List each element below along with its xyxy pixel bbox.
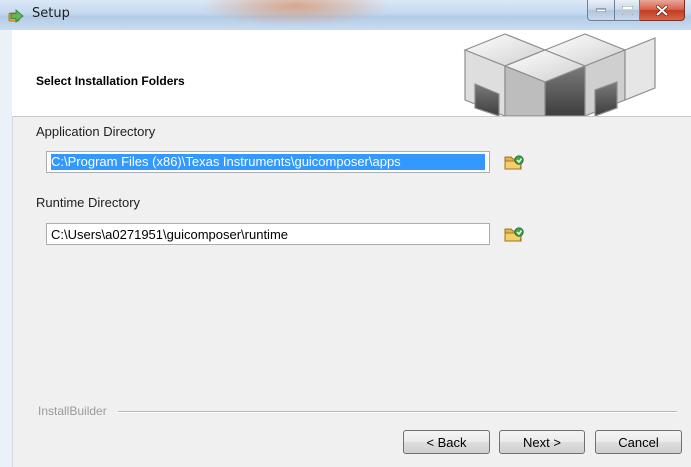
setup-window: Setup Select Installation Folders Applic…: [0, 0, 691, 467]
close-button[interactable]: [640, 0, 685, 21]
runtime-directory-label: Runtime Directory: [36, 195, 141, 210]
minimize-button[interactable]: [587, 0, 615, 21]
folder-browse-icon: [504, 155, 524, 170]
title-glow: [200, 0, 390, 26]
application-directory-browse-button[interactable]: [502, 151, 526, 173]
wizard-header: Select Installation Folders: [12, 30, 691, 117]
window-title: Setup: [32, 6, 70, 21]
maximize-icon: [621, 5, 633, 15]
next-button[interactable]: Next >: [499, 430, 585, 454]
runtime-directory-field[interactable]: [46, 223, 490, 245]
installbuilder-brand: InstallBuilder: [38, 404, 107, 418]
cancel-button[interactable]: Cancel: [595, 430, 682, 454]
installer-app-icon: [8, 8, 24, 23]
application-directory-label: Application Directory: [36, 124, 156, 139]
application-directory-value: C:\Program Files (x86)\Texas Instruments…: [51, 154, 401, 169]
minimize-icon: [596, 8, 606, 12]
cube-logo-icon: [435, 30, 667, 120]
page-title: Select Installation Folders: [36, 74, 185, 88]
application-directory-field[interactable]: C:\Program Files (x86)\Texas Instruments…: [46, 151, 490, 173]
maximize-button[interactable]: [615, 0, 640, 21]
runtime-directory-input[interactable]: [47, 224, 489, 244]
runtime-directory-browse-button[interactable]: [502, 223, 526, 245]
caption-buttons: [587, 0, 685, 22]
footer-divider: [118, 411, 677, 413]
back-button[interactable]: < Back: [403, 430, 490, 454]
close-icon: [656, 4, 668, 16]
folder-browse-icon: [504, 227, 524, 242]
title-bar[interactable]: Setup: [0, 0, 691, 31]
